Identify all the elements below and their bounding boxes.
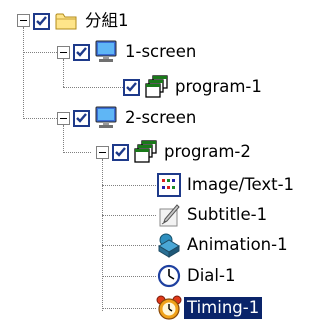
tree-connector <box>102 308 156 309</box>
clock-dial-icon <box>156 263 182 289</box>
subtitle-pen-icon <box>156 202 182 228</box>
collapse-toggle-screen2[interactable] <box>57 112 70 125</box>
tree-item-label: Animation-1 <box>187 235 288 254</box>
image-text-icon <box>156 172 182 198</box>
tree-connector <box>63 87 123 88</box>
collapse-toggle-group[interactable] <box>17 14 30 27</box>
tree-connector <box>102 276 156 277</box>
tree-item-imagetext[interactable]: Image/Text-1 <box>156 169 297 201</box>
tree-item-label: Subtitle-1 <box>187 205 268 224</box>
tree-item-label: 1-screen <box>125 42 197 61</box>
tree-connector <box>102 215 156 216</box>
tree-item-screen1[interactable]: 1-screen <box>73 36 199 68</box>
tree-item-label: 分組1 <box>85 11 129 30</box>
tree-item-label: Image/Text-1 <box>187 175 295 194</box>
tree-connector <box>23 27 24 119</box>
tree-item-subtitle[interactable]: Subtitle-1 <box>156 199 270 231</box>
tree-item-label: program-1 <box>175 77 262 96</box>
program1-checkbox[interactable] <box>123 78 140 96</box>
program-window-icon <box>144 74 170 100</box>
screen1-checkbox[interactable] <box>73 43 90 61</box>
tree-connector <box>63 125 64 153</box>
animation-icon <box>156 232 182 258</box>
tree-item-animation[interactable]: Animation-1 <box>156 229 291 261</box>
tree-item-screen2[interactable]: 2-screen <box>73 102 199 134</box>
tree-connector <box>102 245 156 246</box>
folder-icon <box>54 8 80 34</box>
alarm-clock-icon <box>156 295 182 321</box>
tree-item-dial[interactable]: Dial-1 <box>156 260 238 292</box>
tree-item-label: program-2 <box>164 142 251 161</box>
screen2-checkbox[interactable] <box>73 109 90 127</box>
project-tree[interactable]: 分組1 1-screen program-1 2-screen program-… <box>0 0 327 326</box>
tree-connector <box>63 152 91 153</box>
program2-checkbox[interactable] <box>112 143 129 161</box>
tree-item-program2[interactable]: program-2 <box>112 136 254 168</box>
tree-item-label: Dial-1 <box>187 266 236 285</box>
group-checkbox[interactable] <box>33 12 50 30</box>
tree-connector <box>102 185 156 186</box>
program-window-icon <box>133 139 159 165</box>
collapse-toggle-screen1[interactable] <box>57 46 70 59</box>
collapse-toggle-program2[interactable] <box>96 146 109 159</box>
tree-connector <box>63 59 64 87</box>
tree-item-label: 2-screen <box>125 108 197 127</box>
tree-item-timing[interactable]: Timing-1 <box>156 292 263 324</box>
monitor-icon <box>94 39 120 65</box>
tree-item-group[interactable]: 分組1 <box>33 5 132 37</box>
monitor-icon <box>94 105 120 131</box>
tree-item-program1[interactable]: program-1 <box>123 71 265 103</box>
tree-item-label: Timing-1 <box>184 297 263 319</box>
tree-connector <box>102 159 103 311</box>
